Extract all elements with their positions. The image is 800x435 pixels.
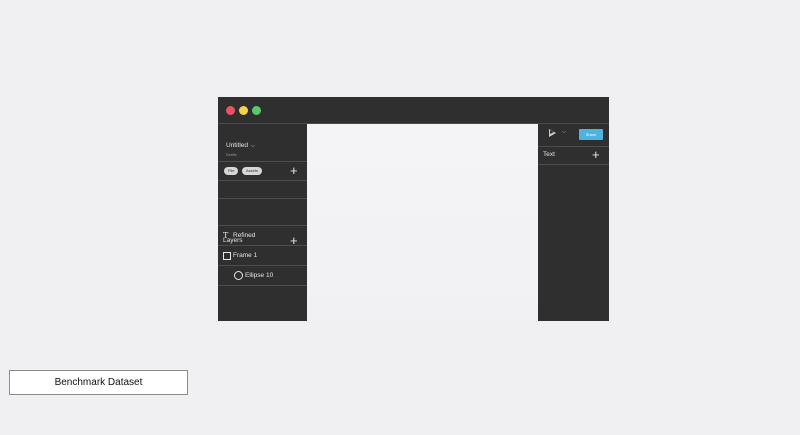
layer-label: Ellipse 10 [245, 272, 274, 279]
text-section-title: Text [543, 151, 555, 158]
file-location: Drafts [226, 152, 237, 157]
divider [538, 164, 609, 165]
layer-item-ellipse-10[interactable]: Ellipse 10 [218, 266, 307, 285]
share-button[interactable]: Share [579, 129, 603, 140]
file-name-dropdown[interactable]: Untitled ⌵ [226, 142, 255, 149]
layer-label: Frame 1 [233, 252, 258, 259]
minimize-window-button[interactable] [239, 106, 248, 115]
divider [218, 198, 307, 199]
right-panel: ⌵ Share Text + [538, 124, 609, 321]
file-name-label: Untitled [226, 142, 249, 149]
text-icon: T [223, 231, 229, 240]
add-text-style-icon[interactable]: + [592, 148, 600, 161]
stage: Untitled ⌵ Drafts File Assets + Layers +… [0, 0, 800, 435]
layer-item-frame-1[interactable]: Frame 1 [218, 246, 307, 265]
close-window-button[interactable] [226, 106, 235, 115]
benchmark-dataset-label: Benchmark Dataset [9, 370, 188, 395]
chevron-down-icon[interactable]: ⌵ [562, 129, 566, 135]
divider [218, 285, 307, 286]
design-canvas[interactable] [307, 124, 538, 321]
title-bar [218, 97, 609, 124]
divider [218, 161, 307, 162]
divider [218, 180, 307, 181]
add-icon[interactable]: + [290, 164, 298, 177]
layer-label: Refined [233, 232, 256, 239]
ellipse-icon [234, 271, 243, 280]
maximize-window-button[interactable] [252, 106, 261, 115]
app-window: Untitled ⌵ Drafts File Assets + Layers +… [218, 97, 609, 321]
layer-item-refined[interactable]: T Refined [218, 226, 307, 245]
frame-icon [223, 252, 231, 260]
play-icon[interactable] [549, 129, 556, 137]
assets-tab[interactable]: Assets [242, 167, 263, 175]
chevron-down-icon: ⌵ [250, 143, 255, 149]
left-panel: Untitled ⌵ Drafts File Assets + Layers + [218, 124, 307, 321]
file-tab[interactable]: File [224, 167, 239, 175]
